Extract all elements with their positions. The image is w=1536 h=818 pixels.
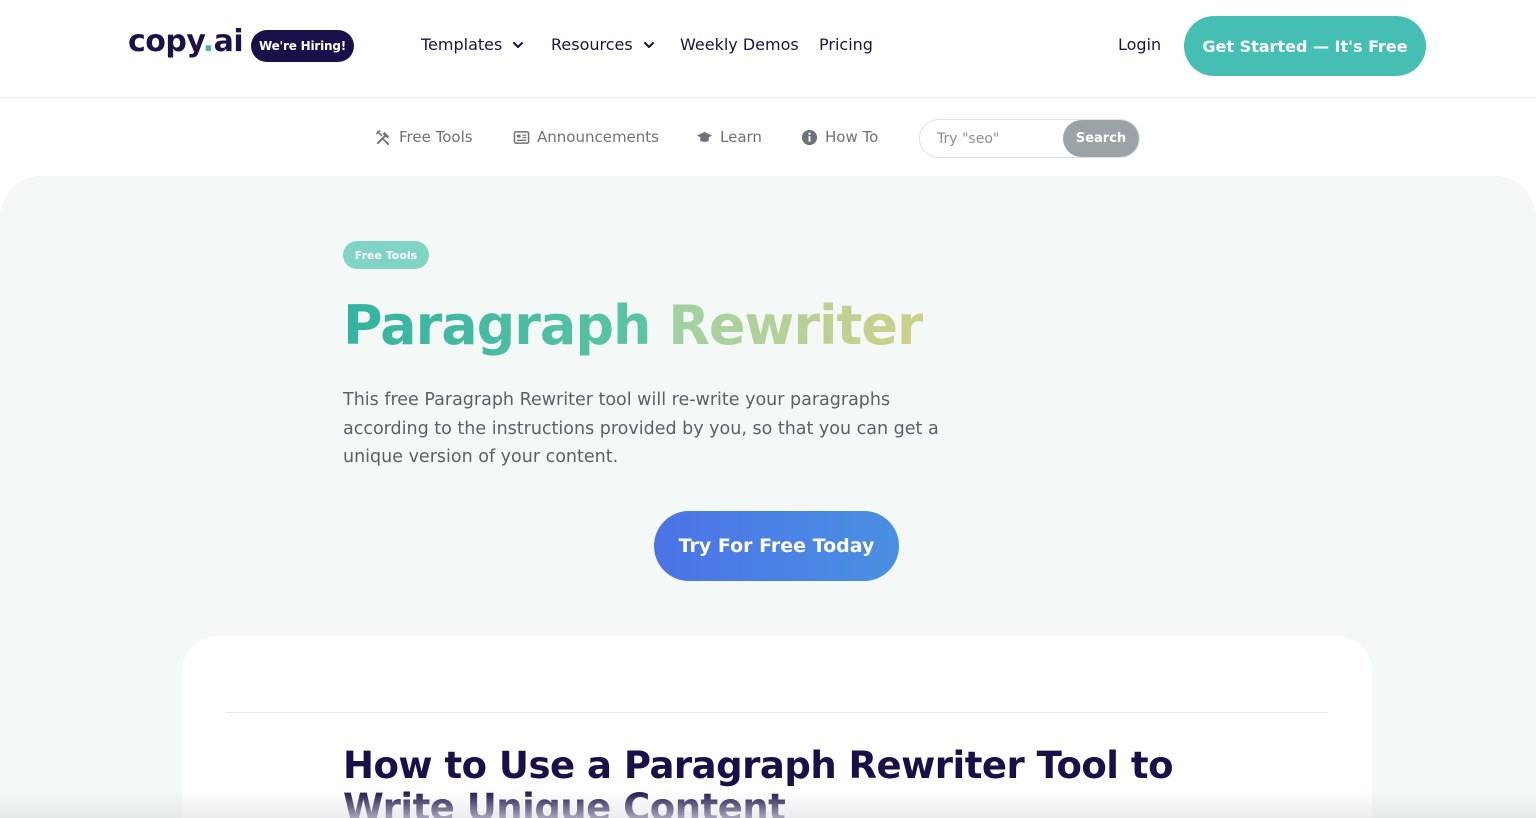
search-input[interactable] (920, 120, 1070, 157)
chevron-down-icon (513, 41, 524, 48)
copyai-logo[interactable]: copy.ai (128, 24, 244, 59)
subnav-learn[interactable]: Learn (696, 128, 762, 146)
logo-dot: . (202, 24, 214, 59)
page-title-part1: Paragraph (343, 294, 651, 357)
logo-suffix: ai (213, 24, 244, 59)
subnav-free-tools[interactable]: Free Tools (375, 128, 473, 146)
page-title-part2: Rewriter (668, 294, 923, 357)
login-link[interactable]: Login (1118, 35, 1161, 54)
subnav-how-to[interactable]: How To (801, 128, 878, 146)
graduation-cap-icon (696, 131, 713, 142)
chevron-down-icon (643, 41, 654, 48)
search-button[interactable]: Search (1063, 120, 1139, 157)
nav-resources[interactable]: Resources (551, 35, 657, 54)
divider (226, 712, 1328, 713)
hero-description: This free Paragraph Rewriter tool will r… (343, 390, 939, 467)
top-navbar: copy.ai We're Hiring! Templates Resource… (0, 0, 1536, 98)
nav-templates-label: Templates (421, 35, 503, 54)
hiring-badge[interactable]: We're Hiring! (251, 30, 354, 62)
subnav-announcements-label: Announcements (537, 128, 659, 146)
subnav-announcements[interactable]: Announcements (513, 128, 659, 146)
get-started-button[interactable]: Get Started — It's Free (1184, 16, 1426, 76)
try-free-button[interactable]: Try For Free Today (654, 511, 899, 581)
newspaper-icon (513, 130, 530, 144)
subnav-how-to-label: How To (825, 128, 879, 146)
nav-weekly-demos[interactable]: Weekly Demos (680, 35, 799, 54)
page-title: Paragraph Rewriter (343, 294, 924, 357)
tools-icon (376, 129, 390, 145)
article-title: How to Use a Paragraph Rewriter Tool to … (343, 744, 1173, 818)
logo-main: copy (128, 24, 203, 59)
nav-templates[interactable]: Templates (421, 35, 526, 54)
info-circle-icon (801, 129, 818, 145)
category-badge[interactable]: Free Tools (343, 241, 429, 269)
subnav-learn-label: Learn (720, 128, 762, 146)
search-box: Search (919, 119, 1140, 158)
subnav-free-tools-label: Free Tools (399, 128, 473, 146)
nav-resources-label: Resources (551, 35, 633, 54)
nav-pricing[interactable]: Pricing (819, 35, 873, 54)
